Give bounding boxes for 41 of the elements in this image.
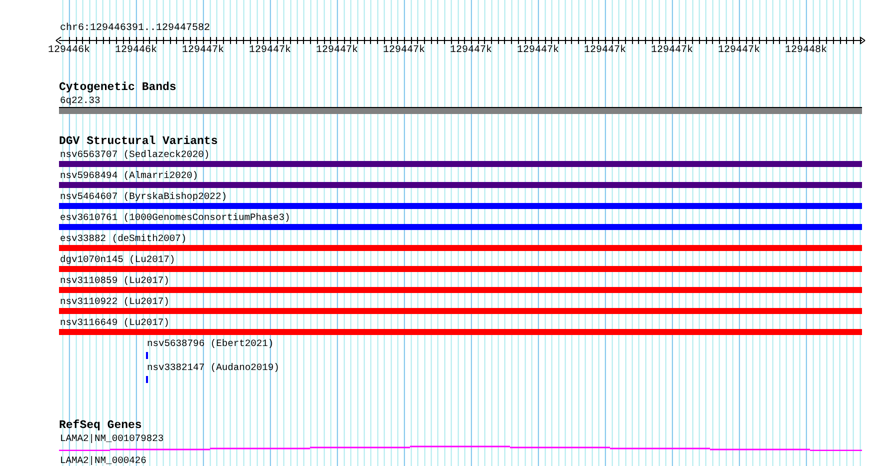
- band-label: 6q22.33: [60, 95, 100, 107]
- variant-bar[interactable]: [59, 182, 862, 188]
- variant-label: nsv3382147 (Audano2019): [147, 362, 280, 374]
- tick-label: 129447k: [448, 45, 493, 57]
- region-label: chr6:129446391..129447582: [60, 23, 210, 34]
- variant-bar[interactable]: [59, 245, 862, 251]
- tick-label: 129447k: [180, 45, 225, 57]
- gene-label: LAMA2|NM_000426: [60, 455, 146, 466]
- track-title: DGV Structural Variants: [59, 136, 218, 148]
- gene-model-line[interactable]: [59, 446, 862, 451]
- variant-bar[interactable]: [59, 224, 862, 230]
- variant-bar[interactable]: [59, 287, 862, 293]
- variant-bar[interactable]: [59, 329, 862, 335]
- tick-label: 129447k: [382, 45, 426, 57]
- variant-label: dgv1070n145 (Lu2017): [60, 254, 176, 266]
- variant-label: nsv3116649 (Lu2017): [60, 317, 170, 329]
- track-title: Cytogenetic Bands: [59, 82, 176, 94]
- tick-label: 129447k: [716, 45, 761, 57]
- tick-label: 129447k: [516, 45, 560, 57]
- tick-label: 129446k: [46, 45, 91, 57]
- tick-label: 129447k: [314, 45, 359, 57]
- variant-bar[interactable]: [59, 161, 862, 167]
- tick-label: 129447k: [582, 45, 627, 57]
- variant-label: esv33882 (deSmith2007): [60, 233, 187, 245]
- variant-label: nsv5464607 (ByrskaBishop2022): [60, 191, 227, 203]
- tick-label: 129447k: [248, 45, 292, 57]
- variant-bar[interactable]: [59, 203, 862, 209]
- variant-label: nsv6563707 (Sedlazeck2020): [60, 149, 210, 161]
- tick-label: 129448k: [784, 45, 828, 57]
- track-title: RefSeq Genes: [59, 420, 142, 432]
- variant-label: nsv5968494 (Almarri2020): [60, 170, 198, 182]
- variant-label: nsv5638796 (Ebert2021): [147, 338, 274, 350]
- variant-bar[interactable]: [59, 266, 862, 272]
- cytoband-bar[interactable]: [59, 107, 862, 114]
- gene-label: LAMA2|NM_001079823: [60, 433, 164, 445]
- variant-label: nsv3110859 (Lu2017): [60, 275, 170, 287]
- variant-label: esv3610761 (1000GenomesConsortiumPhase3): [60, 212, 290, 224]
- tick-label: 129447k: [650, 45, 694, 57]
- tick-label: 129446k: [114, 45, 158, 57]
- variant-label: nsv3110922 (Lu2017): [60, 296, 170, 308]
- variant-bar[interactable]: [59, 308, 862, 314]
